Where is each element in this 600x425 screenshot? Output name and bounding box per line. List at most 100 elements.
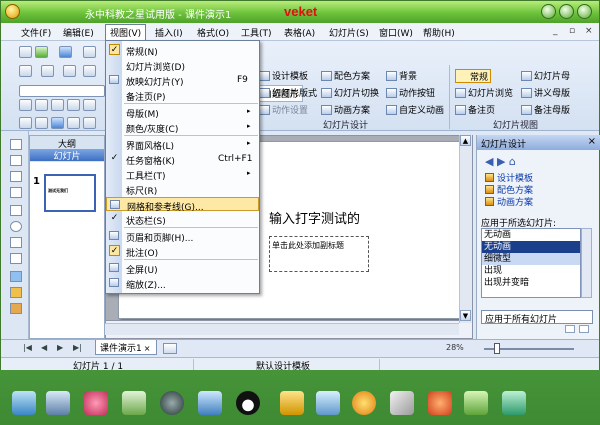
menu-item-ui-style[interactable]: 界面风格(L) ▸ (106, 137, 259, 152)
menu-tools[interactable]: 工具(T) (241, 26, 272, 39)
list-item[interactable]: 出现并变暗 (482, 277, 580, 289)
design-template-button[interactable]: 设计模板 (259, 69, 308, 82)
font-color-icon[interactable] (51, 117, 64, 129)
background-button[interactable]: 背景 (386, 69, 417, 82)
wordart-icon[interactable] (10, 253, 22, 264)
bold-icon[interactable] (19, 99, 32, 111)
color-scheme-button[interactable]: 配色方案 (321, 69, 370, 82)
new-document-icon[interactable] (163, 343, 177, 354)
notepad-icon[interactable] (122, 391, 146, 415)
apply-all-button[interactable]: 应用于所有幻灯片 (481, 310, 593, 325)
menu-item-status-bar[interactable]: ✓ 状态栏(S) (106, 212, 259, 227)
save-icon[interactable] (59, 46, 72, 58)
menu-item-ruler[interactable]: 标尺(R) (106, 182, 259, 197)
doc-restore-icon[interactable]: ▫ (569, 26, 575, 36)
doc-minimize-icon[interactable]: _ (553, 26, 558, 36)
new-icon[interactable] (19, 46, 32, 58)
menu-view[interactable]: 视图(V) (105, 24, 147, 41)
outdent-icon[interactable] (83, 117, 96, 129)
bullets-icon[interactable] (19, 117, 32, 129)
tab-outline[interactable]: 大纲 (30, 137, 104, 150)
list-item[interactable]: 出现 (482, 265, 580, 277)
zoom-slider-handle[interactable] (494, 343, 500, 354)
editor-vertical-scrollbar[interactable]: ▲ ▼ (459, 135, 472, 323)
disc-icon[interactable] (160, 391, 184, 415)
menu-item-master[interactable]: 母版(M) ▸ (106, 105, 259, 120)
task-pane-close-icon[interactable]: × (588, 136, 596, 147)
rectangle-icon[interactable] (10, 205, 22, 216)
menu-slide[interactable]: 幻灯片(S) (329, 26, 369, 39)
task-pane-nav-icons[interactable]: ◀ ▶ ⌂ (485, 155, 516, 168)
action-settings-button[interactable]: 动作设置 (259, 103, 308, 116)
network-icon[interactable] (198, 391, 222, 415)
italic-icon[interactable] (35, 99, 48, 111)
slide-sorter-button[interactable]: 幻灯片浏览 (455, 86, 513, 99)
list-item[interactable]: 无动画 (482, 241, 580, 253)
menu-item-toolbars[interactable]: 工具栏(T) ▸ (106, 167, 259, 182)
tab-slides[interactable]: 幻灯片 (30, 149, 104, 162)
menu-item-slide-sorter[interactable]: 幻灯片浏览(D) (106, 58, 259, 73)
list-item[interactable]: 无动画 (482, 229, 580, 241)
pig-icon[interactable] (84, 391, 108, 415)
menu-file[interactable]: 文件(F) (21, 26, 51, 39)
clipart-icon[interactable] (10, 303, 22, 314)
animation-list[interactable]: 无动画 无动画 细微型 出现 出现并变暗 (481, 228, 581, 298)
tab-close-icon[interactable]: × (144, 344, 151, 353)
fill-color-icon[interactable] (10, 271, 22, 282)
penguin-icon[interactable] (236, 391, 260, 415)
menu-help[interactable]: 帮助(H) (423, 26, 455, 39)
link-icon[interactable] (63, 65, 76, 77)
game-icon[interactable] (428, 391, 452, 415)
next-tab-icon[interactable]: ▶ (57, 343, 63, 352)
doc-close-icon[interactable]: × (585, 26, 593, 36)
custom-animation-button[interactable]: 自定义动画 (386, 103, 444, 116)
slide-layout-button[interactable]: 幻灯片版式 (259, 86, 317, 99)
ellipse-icon[interactable] (10, 221, 22, 232)
menu-item-notes-page[interactable]: 备注页(P) (106, 88, 259, 103)
indent-icon[interactable] (67, 117, 80, 129)
menu-item-color-grayscale[interactable]: 颜色/灰度(C) ▸ (106, 120, 259, 135)
menu-item-full-screen[interactable]: 全屏(U) (106, 261, 259, 276)
normal-view-button[interactable]: 常规 (455, 69, 491, 83)
cut-icon[interactable] (83, 46, 96, 58)
pen-icon[interactable] (10, 187, 22, 198)
task-pane-scroll-left-icon[interactable] (565, 325, 575, 333)
table-icon[interactable] (83, 65, 96, 77)
numbering-icon[interactable] (35, 117, 48, 129)
handout-master-button[interactable]: 讲义母版 (521, 86, 570, 99)
palette-icon[interactable] (352, 391, 376, 415)
arrow-icon[interactable] (10, 171, 22, 182)
underline-icon[interactable] (51, 99, 64, 111)
scroll-up-icon[interactable]: ▲ (460, 135, 471, 146)
editor-horizontal-scrollbar[interactable] (105, 323, 459, 335)
scroll-down-icon[interactable]: ▼ (460, 310, 471, 321)
slide-title-text[interactable]: 输入打字测试的 (269, 208, 360, 227)
menu-format[interactable]: 格式(O) (197, 26, 229, 39)
monitor-icon[interactable] (46, 391, 70, 415)
pen-tool-icon[interactable] (390, 391, 414, 415)
app-launcher-icon[interactable] (12, 391, 36, 415)
animation-list-scrollbar[interactable] (581, 228, 592, 298)
menu-window[interactable]: 窗口(W) (379, 26, 413, 39)
align-center-icon[interactable] (83, 99, 96, 111)
notes-master-button[interactable]: 备注母版 (521, 103, 570, 116)
settings-icon[interactable] (502, 391, 526, 415)
slide-transition-button[interactable]: 幻灯片切换 (321, 86, 379, 99)
textbox-icon[interactable] (10, 237, 22, 248)
document-tab[interactable]: 课件演示1 × (95, 340, 157, 355)
menu-item-task-pane[interactable]: ✓ 任务窗格(K) Ctrl+F1 (106, 152, 259, 167)
maximize-icon[interactable] (559, 4, 574, 19)
font-name-box[interactable] (19, 85, 105, 97)
picture-icon[interactable] (10, 287, 22, 298)
prev-tab-icon[interactable]: ◀ (41, 343, 47, 352)
list-item[interactable]: 细微型 (482, 253, 580, 265)
animation-scheme-button[interactable]: 动画方案 (321, 103, 370, 116)
close-icon[interactable] (577, 4, 592, 19)
slide-master-button[interactable]: 幻灯片母 (521, 69, 570, 82)
select-arrow-icon[interactable] (10, 139, 22, 150)
undo-icon[interactable] (19, 65, 32, 77)
link-animation-scheme[interactable]: 动画方案 (485, 195, 533, 208)
task-pane-scroll-right-icon[interactable] (579, 325, 589, 333)
action-buttons-button[interactable]: 动作按钮 (386, 86, 435, 99)
menu-item-header-footer[interactable]: 页眉和页脚(H)... (106, 229, 259, 244)
